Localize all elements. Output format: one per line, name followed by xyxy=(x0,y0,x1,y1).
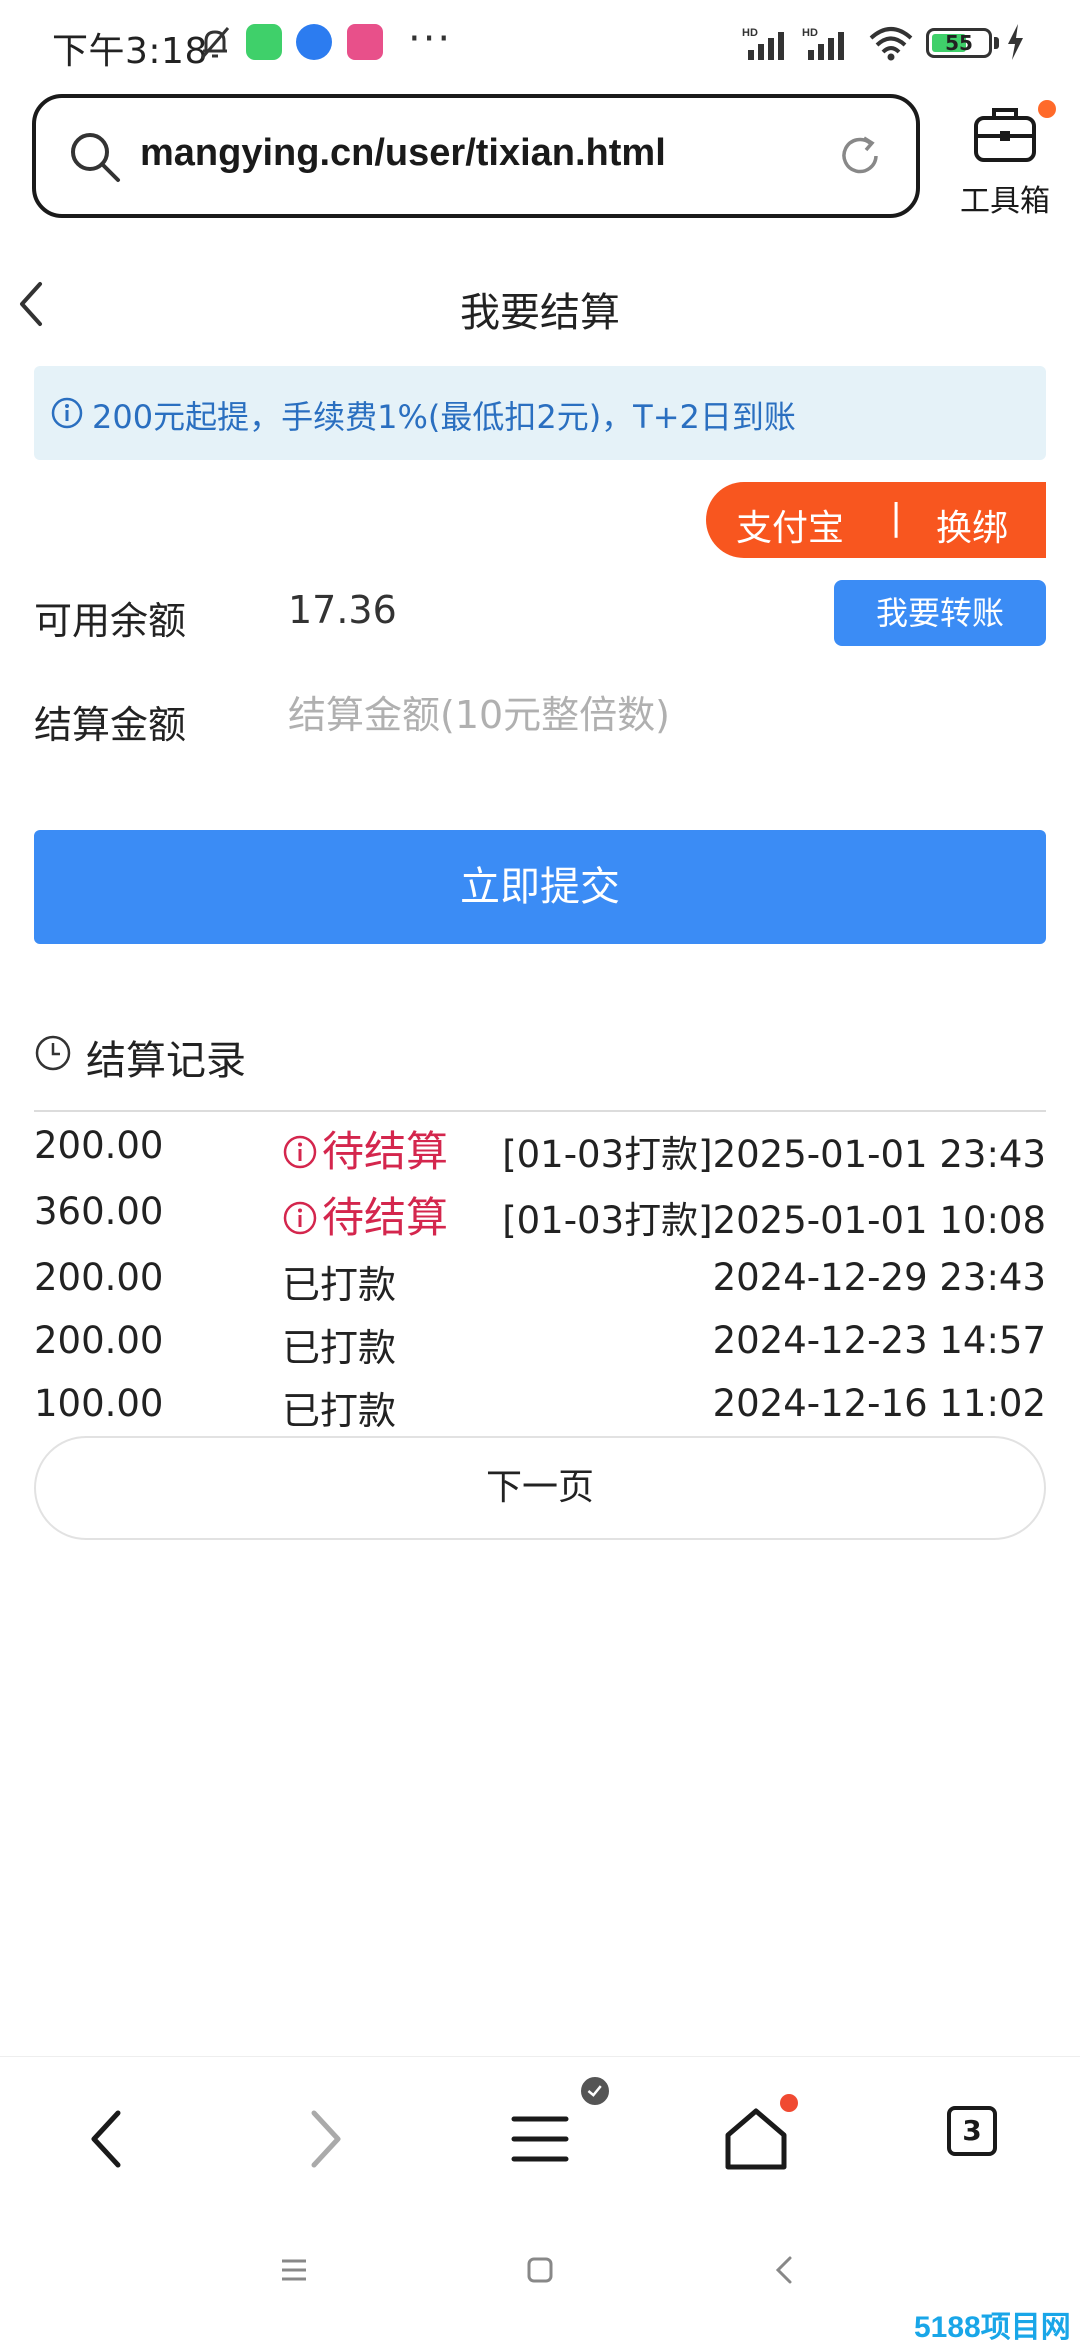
status-bar: 下午3:18 ··· HD HD 55 xyxy=(0,0,1080,88)
status-overflow: ··· xyxy=(408,16,453,62)
info-icon xyxy=(51,397,83,429)
balance-value: 17.36 xyxy=(288,588,397,632)
notice-text: 200元起提，手续费1%(最低扣2元)，T+2日到账 xyxy=(92,398,796,436)
record-status: 已打款 xyxy=(282,1263,397,1307)
file-app-icon xyxy=(347,24,383,60)
balance-label: 可用余额 xyxy=(34,599,187,643)
system-back-icon[interactable] xyxy=(766,2250,806,2290)
info-icon xyxy=(283,1201,317,1235)
record-date: 2024-12-16 11:02 xyxy=(712,1382,1046,1425)
record-date: [01-03打款]2025-01-01 10:08 xyxy=(502,1199,1046,1242)
record-status-text: 待结算 xyxy=(322,1127,449,1176)
home-square-icon[interactable] xyxy=(520,2250,560,2290)
url-text[interactable]: mangying.cn/user/tixian.html xyxy=(140,132,666,175)
chat-app-icon xyxy=(246,24,282,60)
watermark-logo: 5188项目网 xyxy=(914,2311,1071,2340)
network-badge: HD xyxy=(742,27,758,39)
record-amount: 360.00 xyxy=(34,1190,164,1233)
charging-icon xyxy=(1008,24,1023,60)
compass-app-icon xyxy=(296,24,332,60)
amount-input[interactable] xyxy=(288,682,1028,748)
battery-level: 55 xyxy=(945,31,973,55)
record-date: 2024-12-23 14:57 xyxy=(712,1319,1046,1362)
toolbox-label: 工具箱 xyxy=(960,184,1050,219)
record-amount: 200.00 xyxy=(34,1256,164,1299)
forward-icon[interactable] xyxy=(284,2099,364,2179)
rebind-account-link[interactable]: 换绑 xyxy=(936,499,1008,551)
record-status: 已打款 xyxy=(282,1389,397,1433)
clock-icon xyxy=(35,1035,71,1071)
address-bar[interactable]: mangying.cn/user/tixian.html xyxy=(32,94,920,218)
record-date: 2024-12-29 23:43 xyxy=(712,1256,1046,1299)
record-row: 200.00 已打款 2024-12-29 23:43 xyxy=(34,1250,1046,1310)
submit-button[interactable]: 立即提交 xyxy=(34,830,1046,944)
record-row: 100.00 已打款 2024-12-16 11:02 xyxy=(34,1376,1046,1436)
wifi-icon xyxy=(869,27,913,61)
recent-apps-icon[interactable] xyxy=(274,2250,314,2290)
payout-account-pill[interactable]: 支付宝 | 换绑 xyxy=(706,482,1046,558)
divider xyxy=(34,1110,1046,1112)
record-row: 360.00 待结算 [01-03打款]2025-01-01 10:08 xyxy=(34,1184,1046,1244)
menu-icon[interactable] xyxy=(500,2099,580,2179)
tabs-count[interactable]: 3 xyxy=(947,2106,997,2156)
records-title: 结算记录 xyxy=(86,1038,246,1084)
account-separator: | xyxy=(890,497,903,538)
toolbox-icon xyxy=(974,108,1036,162)
network-badge: HD xyxy=(802,27,818,39)
back-icon[interactable] xyxy=(68,2099,148,2179)
info-icon xyxy=(283,1135,317,1169)
record-status: 待结算 xyxy=(282,1184,448,1245)
notice-banner: 200元起提，手续费1%(最低扣2元)，T+2日到账 xyxy=(34,366,1046,460)
battery-icon: 55 xyxy=(926,28,992,58)
record-amount: 200.00 xyxy=(34,1124,164,1167)
account-name: 支付宝 xyxy=(736,508,845,549)
page-title: 我要结算 xyxy=(460,290,620,336)
bell-muted-icon xyxy=(200,27,230,59)
transfer-button[interactable]: 我要转账 xyxy=(834,580,1046,646)
system-nav-bar xyxy=(0,2230,1080,2310)
record-status: 已打款 xyxy=(282,1326,397,1370)
page-header: 我要结算 xyxy=(0,260,1080,350)
notification-dot xyxy=(780,2094,798,2112)
browser-bottom-nav xyxy=(0,2056,1080,2216)
search-icon xyxy=(71,133,120,182)
status-time: 下午3:18 xyxy=(52,31,208,72)
amount-label: 结算金额 xyxy=(34,703,187,747)
reload-icon[interactable] xyxy=(834,130,886,182)
signal-icon: HD xyxy=(802,27,844,60)
check-badge-icon xyxy=(578,2074,612,2108)
signal-icon: HD xyxy=(742,27,784,60)
record-amount: 100.00 xyxy=(34,1382,164,1425)
notification-dot xyxy=(1038,100,1056,118)
record-status: 待结算 xyxy=(282,1118,448,1179)
record-status-text: 待结算 xyxy=(322,1193,449,1242)
toolbox-button[interactable]: 工具箱 xyxy=(950,100,1060,219)
record-row: 200.00 待结算 [01-03打款]2025-01-01 23:43 xyxy=(34,1118,1046,1178)
record-date: [01-03打款]2025-01-01 23:43 xyxy=(502,1133,1046,1176)
record-amount: 200.00 xyxy=(34,1319,164,1362)
record-row: 200.00 已打款 2024-12-23 14:57 xyxy=(34,1313,1046,1373)
battery-tip xyxy=(994,37,999,49)
next-page-button[interactable]: 下一页 xyxy=(34,1436,1046,1540)
